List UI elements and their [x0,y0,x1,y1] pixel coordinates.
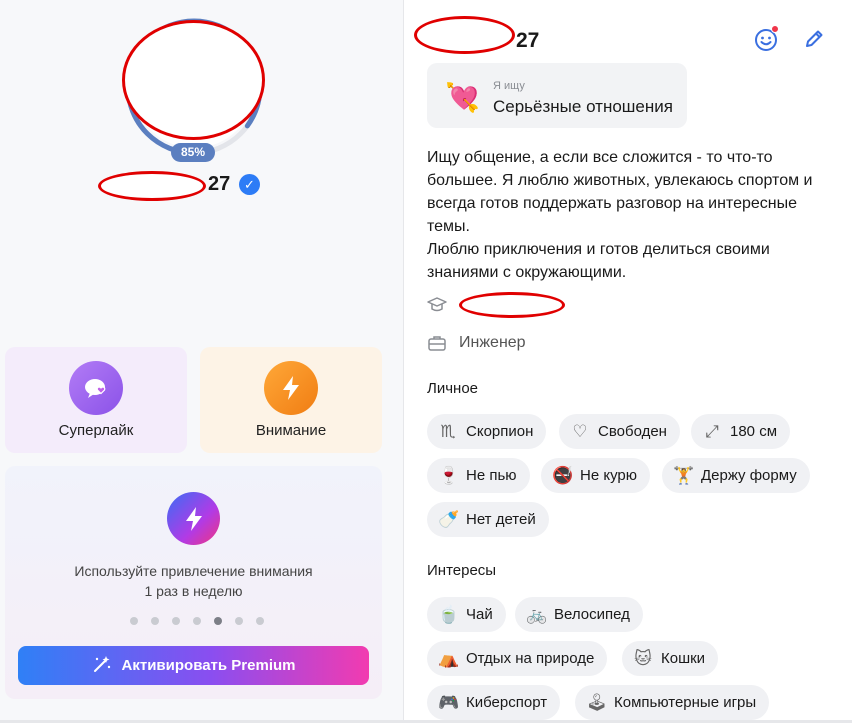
chip-interest[interactable]: 🍵 Чай [427,597,506,632]
camping-icon: ⛺ [438,648,460,668]
lightning-icon [264,361,318,415]
tea-icon: 🍵 [438,604,460,624]
heart-arrow-icon: 💘 [445,82,480,113]
chip-relationship[interactable]: ♡ Свободен [559,414,680,449]
education-row [427,292,565,318]
job-row: Инженер [427,332,526,354]
redacted-name [414,16,515,54]
profile-details: 27 💘 Я ищу Серьёзные отношения Ищу общен… [405,0,852,723]
magic-wand-icon [92,654,112,678]
seeking-card[interactable]: 💘 Я ищу Серьёзные отношения [427,63,687,128]
superlike-card[interactable]: Суперлайк [5,347,187,453]
about-text: Ищу общение, а если все сложится - то чт… [427,149,813,281]
chip-interest[interactable]: 🚲 Велосипед [515,597,643,632]
dumbbell-icon: 🏋 [673,465,695,485]
age-label: 27 [516,29,540,52]
chip-children[interactable]: 🍼 Нет детей [427,502,549,537]
height-icon: ⤢ [705,421,719,441]
chip-label: Отдых на природе [466,650,595,667]
gamepad-icon: 🎮 [438,692,460,712]
edit-pencil-icon[interactable] [803,28,825,50]
chip-label: Чай [466,606,493,623]
baby-bottle-icon: 🍼 [438,509,460,529]
attention-card[interactable]: Внимание [200,347,382,453]
carousel-dot-active[interactable] [214,617,222,625]
notification-dot [771,25,779,33]
redacted-avatar [122,20,265,140]
carousel-dot[interactable] [172,617,180,625]
verified-check-icon: ✓ [239,174,260,195]
chip-height[interactable]: ⤢ 180 см [691,414,791,449]
superlike-label: Суперлайк [58,422,134,439]
chip-label: Велосипед [554,606,630,623]
premium-promo: Используйте привлечение внимания 1 раз в… [5,466,382,699]
carousel-dot[interactable] [151,617,159,625]
carousel-dot[interactable] [193,617,201,625]
chip-label: Скорпион [466,423,534,440]
profile-sidebar: 85% 27 ✓ Суперлайк Внимание Используйте … [0,0,404,723]
activate-premium-button[interactable]: Активировать Premium [18,646,369,685]
carousel-dot[interactable] [130,617,138,625]
chip-fitness[interactable]: 🏋 Держу форму [662,458,810,493]
lightning-icon [167,492,220,545]
chip-label: Свободен [598,423,667,440]
scorpio-icon: ♏ [440,421,456,441]
chip-label: Кошки [661,650,706,667]
carousel-dot[interactable] [235,617,243,625]
bicycle-icon: 🚲 [526,604,548,624]
redacted-name [98,171,206,201]
personal-section-title: Личное [427,380,479,397]
cat-icon: 🐱 [634,648,652,668]
chip-label: Не пью [466,467,517,484]
promo-text: Используйте привлечение внимания 1 раз в… [5,561,382,601]
chip-interest[interactable]: 🎮 Киберспорт [427,685,561,720]
chip-label: Не курю [580,467,637,484]
chip-drinking[interactable]: 🍷 Не пью [427,458,530,493]
briefcase-icon [427,333,447,353]
promo-line-2: 1 раз в неделю [144,583,243,599]
joystick-icon: 🕹 [586,692,608,712]
chip-interest[interactable]: ⛺ Отдых на природе [427,641,608,676]
activate-premium-label: Активировать Premium [121,657,296,674]
seeking-value: Серьёзные отношения [493,97,673,116]
attention-label: Внимание [255,422,327,439]
carousel-dot[interactable] [256,617,264,625]
chip-label: 180 см [730,423,778,440]
age-label: 27 [208,173,231,195]
carousel-dots [130,617,264,625]
chip-label: Киберспорт [466,694,548,711]
interests-section-title: Интересы [427,562,497,579]
profile-completion-badge: 85% [171,143,215,162]
job-label: Инженер [459,334,526,351]
chip-zodiac[interactable]: ♏ Скорпион [427,414,547,449]
chip-interest[interactable]: 🐱 Кошки [622,641,719,676]
chip-interest[interactable]: 🕹 Компьютерные игры [575,685,770,720]
promo-line-1: Используйте привлечение внимания [74,563,313,579]
chip-smoking[interactable]: 🚭 Не курю [541,458,650,493]
chip-label: Нет детей [466,511,536,528]
chip-label: Держу форму [701,467,797,484]
glass-icon: 🍷 [438,465,460,485]
no-smoking-icon: 🚭 [552,465,574,485]
superlike-icon [69,361,123,415]
chip-label: Компьютерные игры [614,694,757,711]
heart-icon: ♡ [572,421,588,441]
redacted-education [459,292,565,318]
graduation-cap-icon [427,295,447,315]
name-age-row: 27 ✓ [98,170,278,201]
seeking-caption: Я ищу [493,80,525,92]
